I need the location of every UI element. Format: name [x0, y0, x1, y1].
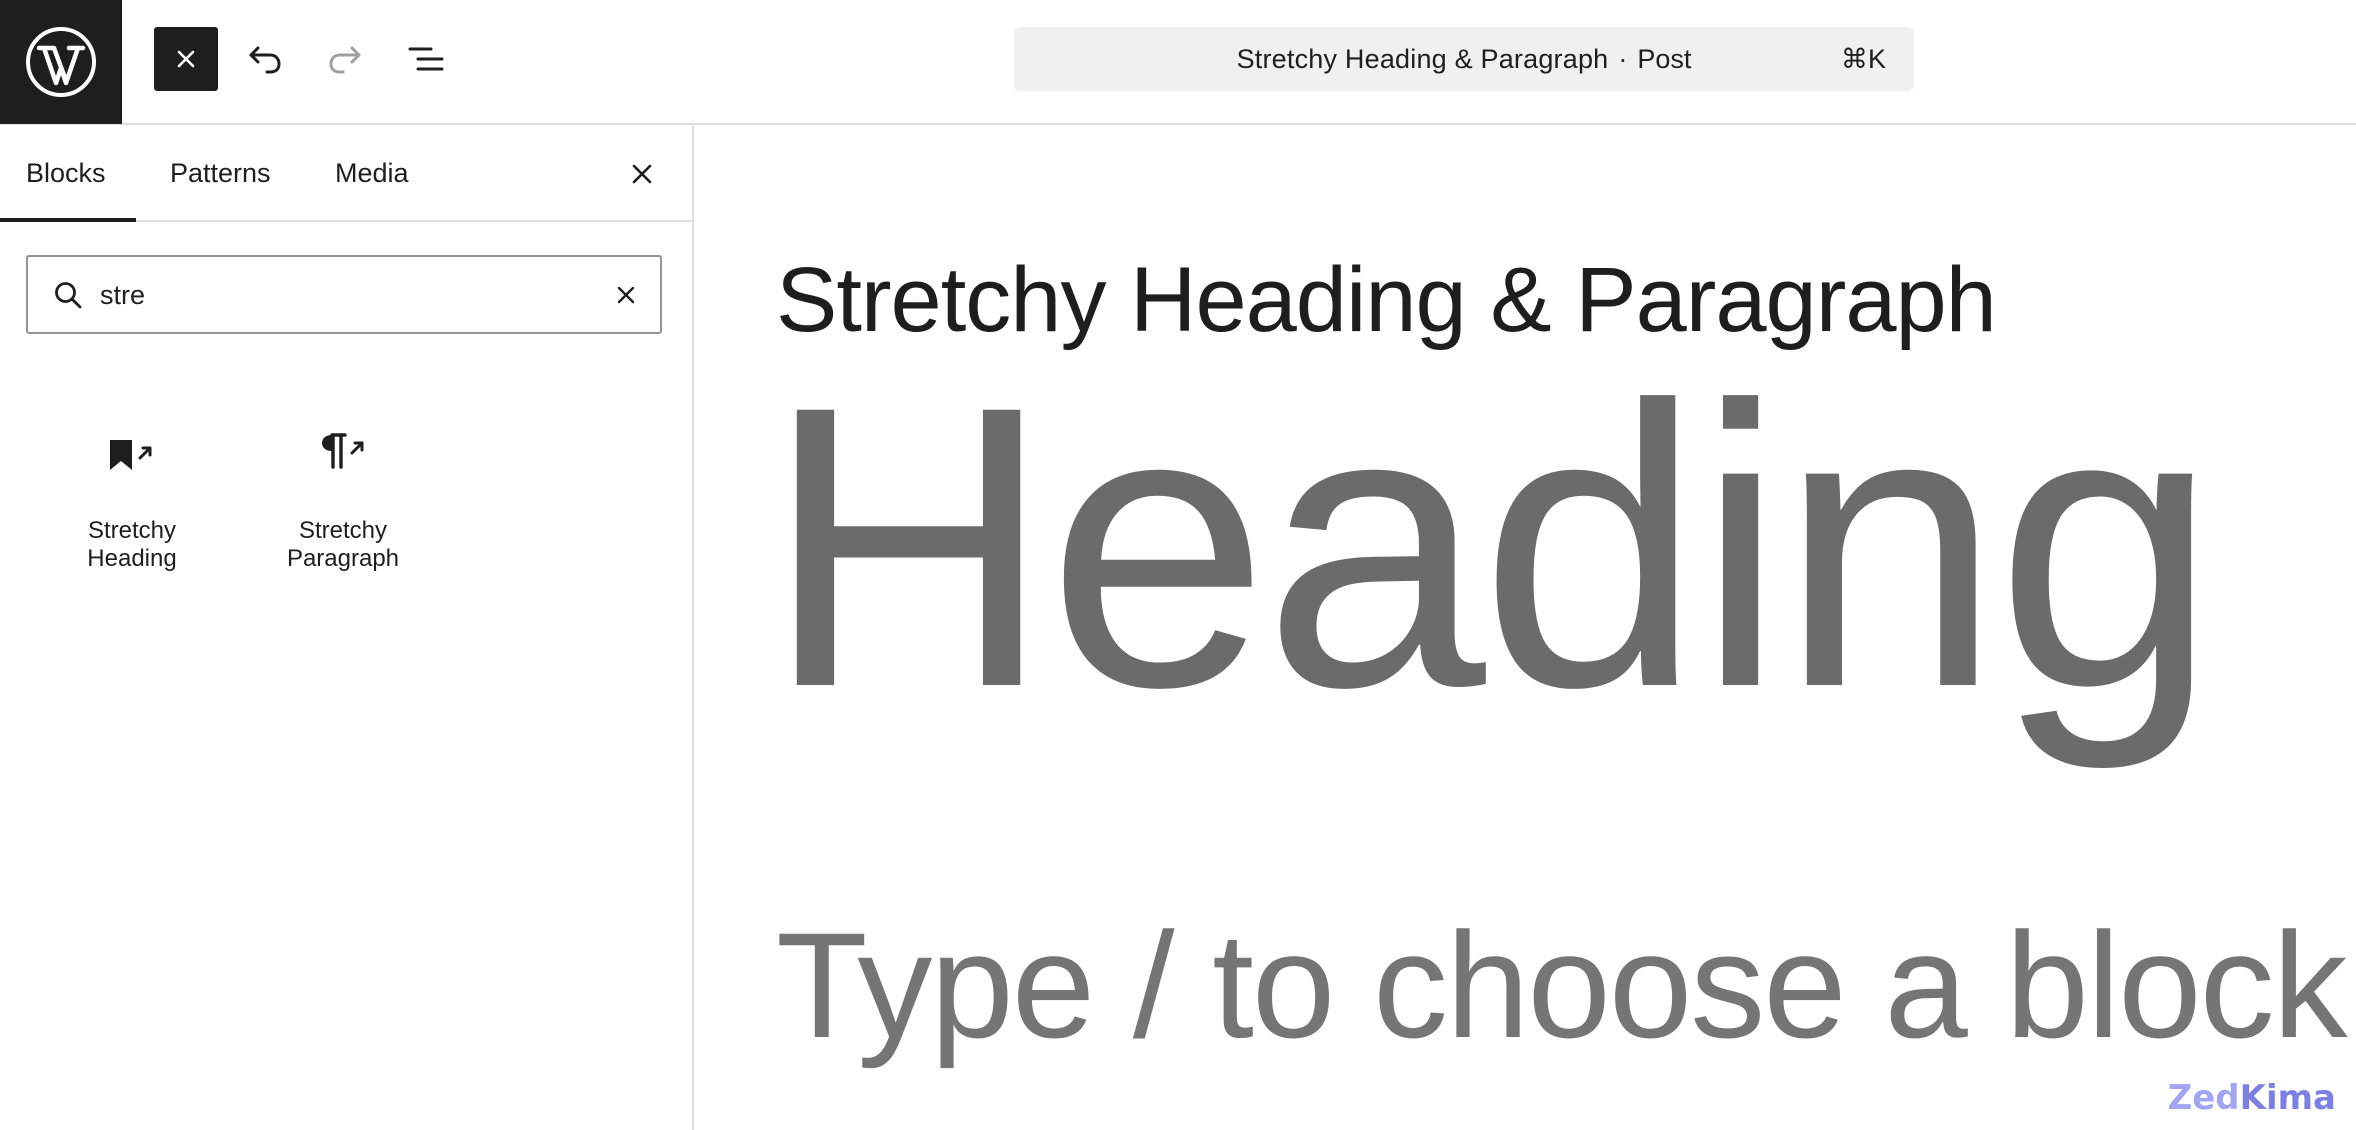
search-icon	[50, 277, 86, 313]
close-icon	[617, 286, 635, 304]
clear-search-button[interactable]	[608, 277, 644, 313]
close-icon	[632, 164, 652, 184]
block-result-label: Stretchy Heading	[52, 517, 212, 573]
undo-icon	[249, 46, 281, 74]
title-separator: ·	[1618, 43, 1628, 74]
redo-button[interactable]	[313, 27, 377, 91]
close-icon	[177, 50, 195, 68]
block-result-label-line: Stretchy	[87, 517, 177, 544]
stretchy-paragraph-icon	[313, 421, 373, 481]
block-result-label-line: Stretchy	[298, 517, 388, 544]
wordpress-logo-button[interactable]	[0, 0, 122, 124]
stretchy-heading-block[interactable]: Heading	[764, 337, 2218, 757]
post-type-label: Post	[1637, 43, 1692, 74]
keyboard-shortcut-hint: ⌘K	[1840, 43, 1886, 74]
block-search-input[interactable]	[98, 267, 578, 323]
block-result-stretchy-heading[interactable]: Stretchy Heading	[52, 125, 212, 572]
editor-header: Stretchy Heading & Paragraph · Post ⌘K	[0, 0, 2356, 125]
command-palette-bar[interactable]: Stretchy Heading & Paragraph · Post ⌘K	[1014, 27, 1914, 91]
block-result-stretchy-paragraph[interactable]: Stretchy Paragraph	[263, 125, 423, 572]
watermark-text-part: Kima	[2239, 1078, 2336, 1118]
undo-button[interactable]	[233, 27, 297, 91]
watermark-text-part: Zed	[2167, 1078, 2240, 1118]
block-result-label-line: Paragraph	[286, 545, 400, 572]
close-panel-button[interactable]	[621, 153, 663, 195]
watermark-logo: ZedKima	[2168, 1078, 2336, 1118]
editor-canvas: Stretchy Heading & Paragraph Heading Typ…	[696, 125, 2356, 1130]
close-inserter-button[interactable]	[154, 27, 218, 91]
list-view-icon	[408, 47, 444, 71]
block-inserter-panel: Blocks Patterns Media stre Stretchy Head…	[0, 125, 694, 1130]
redo-icon	[329, 46, 361, 74]
document-overview-button[interactable]	[394, 27, 458, 91]
wordpress-logo-icon	[26, 27, 96, 97]
block-result-label: Stretchy Paragraph	[263, 517, 423, 573]
document-title: Stretchy Heading & Paragraph	[1236, 43, 1609, 74]
stretchy-heading-icon	[102, 425, 162, 485]
empty-block-placeholder[interactable]: Type / to choose a block	[776, 895, 2348, 1075]
block-result-label-line: Heading	[87, 545, 177, 572]
